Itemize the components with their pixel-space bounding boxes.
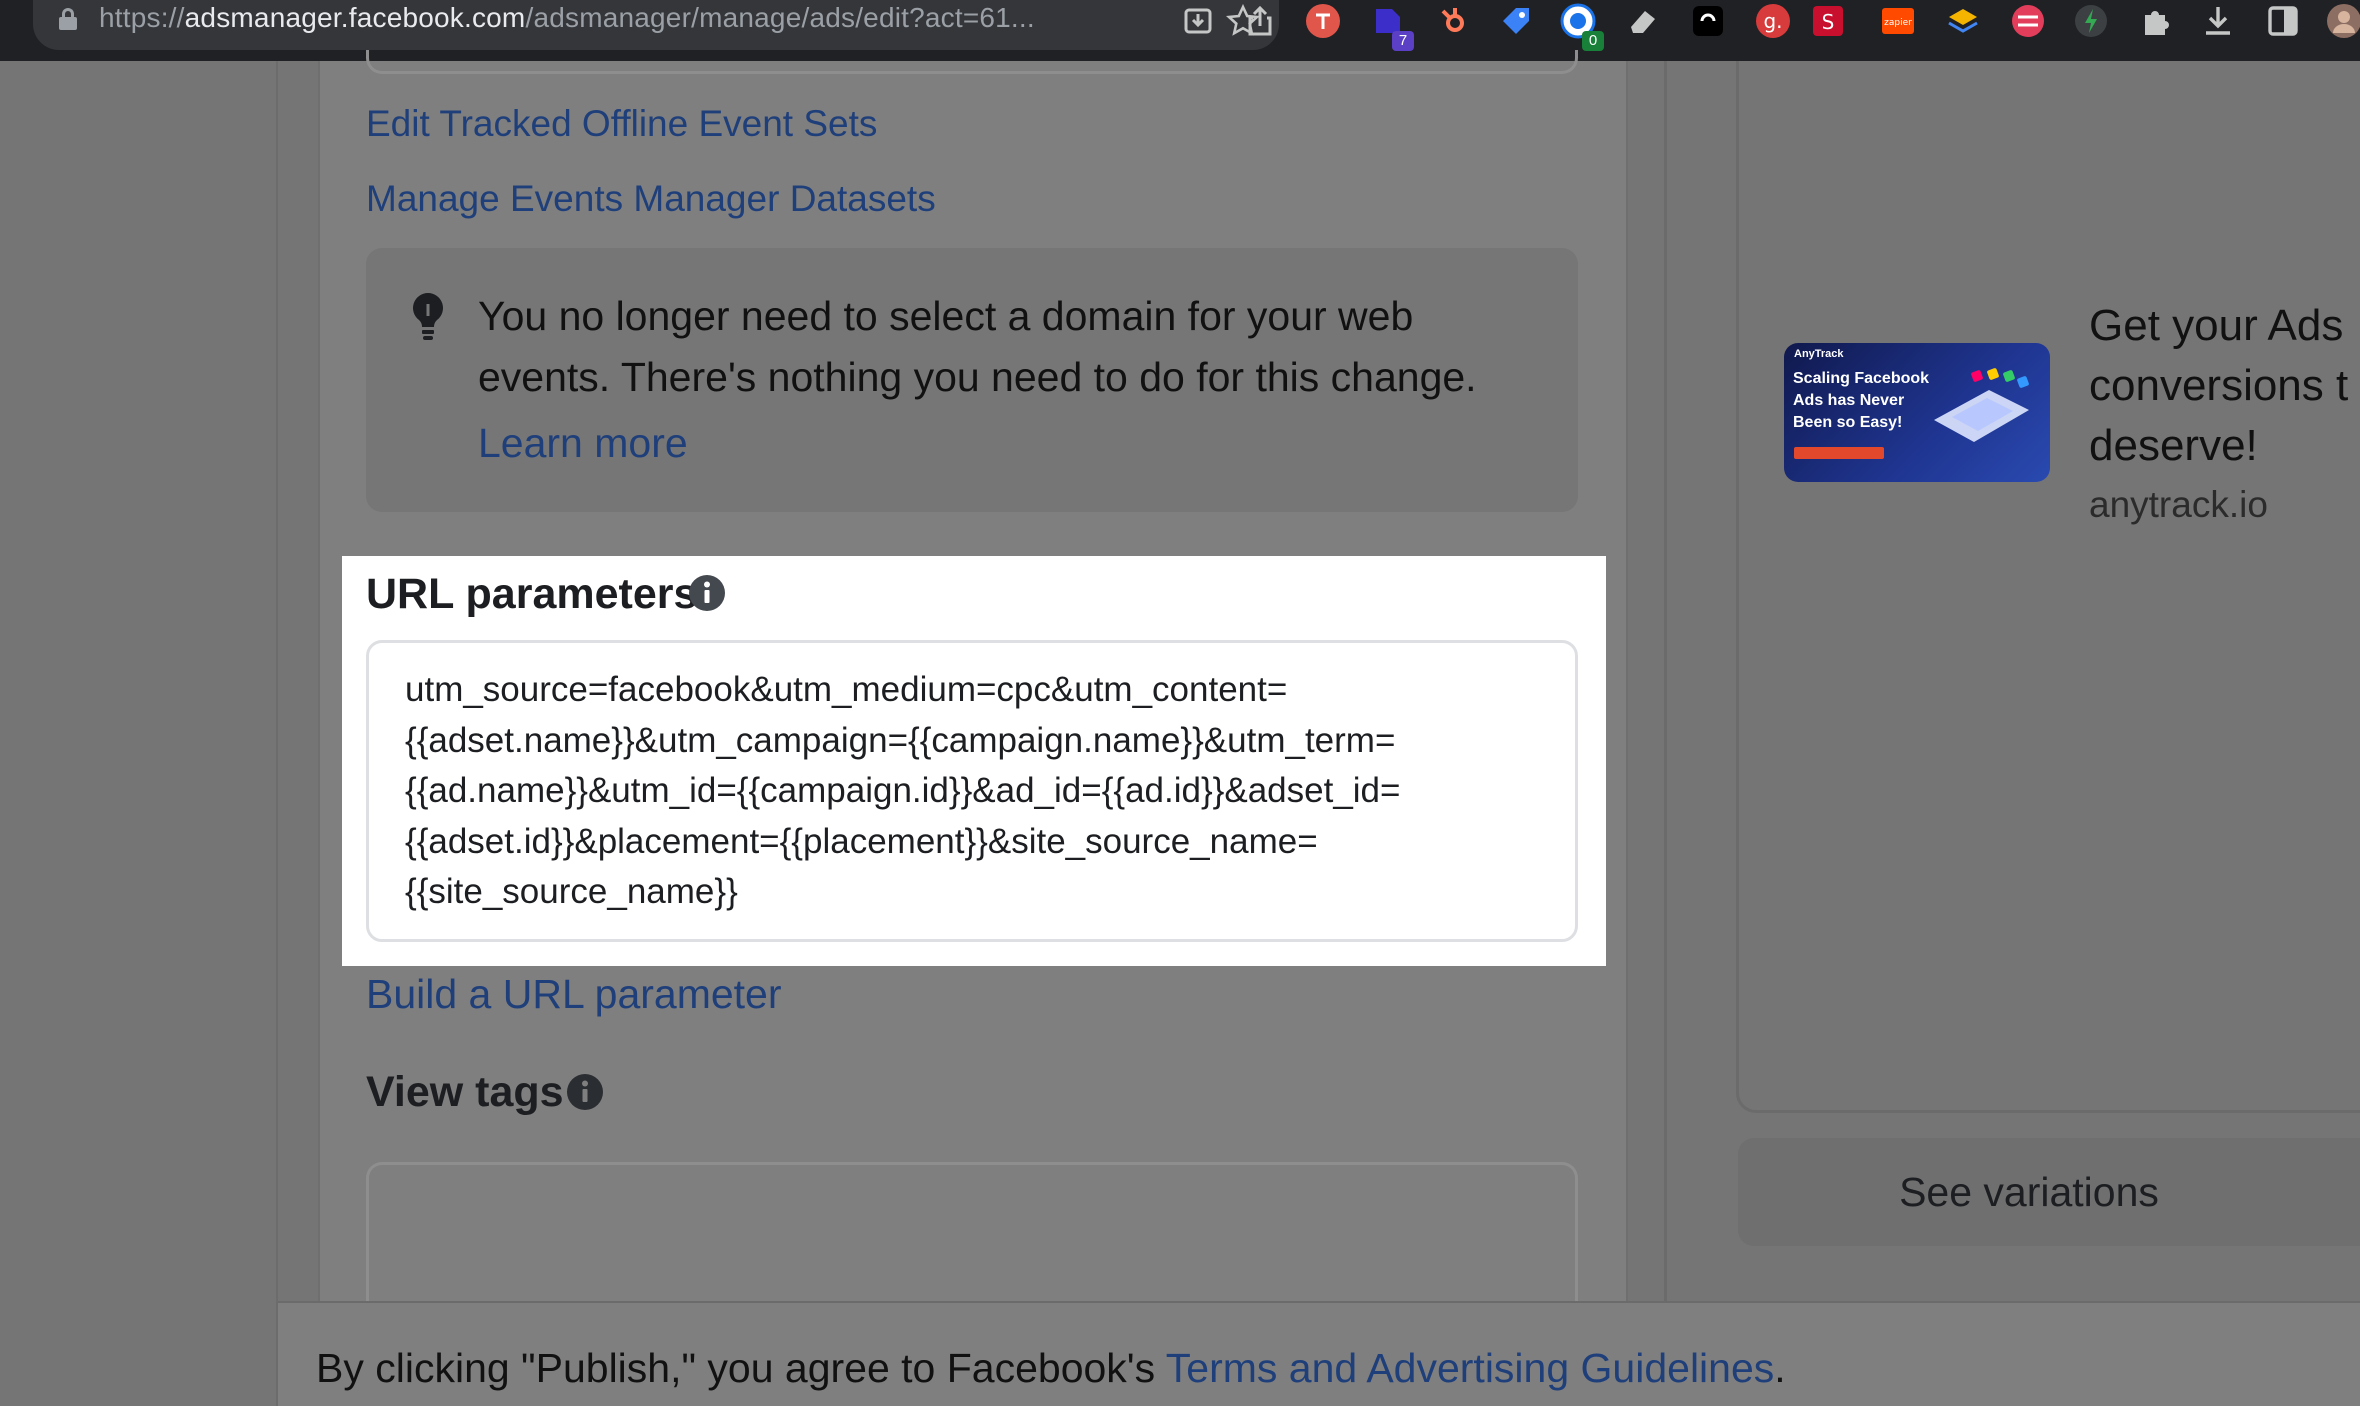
extension-globe-badge-icon[interactable]: 0 bbox=[1560, 3, 1604, 51]
ad-preview-domain: anytrack.io bbox=[2089, 484, 2268, 525]
ad-headline-line: conversions t bbox=[2089, 361, 2349, 410]
thumbnail-device-illustration bbox=[1934, 368, 2029, 442]
view-tags-info-icon[interactable] bbox=[566, 1073, 604, 1111]
lightbulb-icon bbox=[408, 290, 448, 342]
extension-puzzle-badge-icon[interactable]: 7 bbox=[1370, 3, 1414, 51]
extension-s-icon[interactable]: S bbox=[1810, 3, 1846, 39]
agreement-prefix: By clicking "Publish," you agree to Face… bbox=[316, 1345, 1166, 1391]
bookmark-star-icon[interactable] bbox=[1225, 3, 1261, 38]
extension-badge: 7 bbox=[1392, 31, 1414, 51]
url-parameters-input[interactable]: utm_source=facebook&utm_medium=cpc&utm_c… bbox=[366, 640, 1578, 942]
view-tags-input[interactable] bbox=[366, 1162, 1578, 1322]
lock-icon[interactable] bbox=[59, 8, 77, 30]
url-parameters-title: URL parameters bbox=[366, 570, 698, 618]
extension-badge: 0 bbox=[1582, 31, 1604, 51]
thumbnail-headline: Scaling Facebook Ads has Never Been so E… bbox=[1793, 370, 1930, 431]
ad-preview-headline: Get your Ads conversions t deserve! bbox=[2089, 296, 2360, 476]
see-variations-button[interactable]: See variations bbox=[1738, 1138, 2360, 1246]
left-navigation-rail bbox=[0, 61, 278, 1406]
view-tags-title: View tags bbox=[366, 1068, 564, 1116]
extension-hubspot-icon[interactable] bbox=[1435, 3, 1471, 39]
address-url[interactable]: https://adsmanager.facebook.com/adsmanag… bbox=[99, 2, 1035, 34]
svg-text:S: S bbox=[1822, 10, 1835, 34]
previous-field-box bbox=[366, 50, 1578, 74]
info-icon[interactable] bbox=[688, 574, 726, 612]
url-parameters-section: URL parameters utm_source=facebook&utm_m… bbox=[342, 556, 1606, 966]
manage-datasets-link[interactable]: Manage Events Manager Datasets bbox=[366, 178, 936, 220]
thumbnail-brand: AnyTrack bbox=[1794, 348, 1844, 360]
notice-text: You no longer need to select a domain fo… bbox=[478, 293, 1477, 400]
address-bar[interactable]: https://adsmanager.facebook.com/adsmanag… bbox=[33, 0, 1279, 50]
extension-chatgpt-icon[interactable] bbox=[1690, 3, 1726, 39]
zapier-label: zapier bbox=[1884, 18, 1912, 28]
extension-toggl-icon[interactable] bbox=[1305, 3, 1341, 39]
downloads-icon[interactable] bbox=[2200, 3, 2236, 39]
ad-headline-line: deserve! bbox=[2089, 421, 2258, 470]
url-scheme: https:// bbox=[99, 2, 185, 33]
extension-stripes-icon[interactable] bbox=[2010, 3, 2046, 39]
ad-preview-card bbox=[1736, 61, 2360, 1113]
learn-more-link[interactable]: Learn more bbox=[478, 420, 688, 467]
url-path: /adsmanager/manage/ads/edit?act=61... bbox=[525, 2, 1035, 33]
install-app-icon[interactable] bbox=[1181, 4, 1215, 38]
url-host: adsmanager.facebook.com bbox=[184, 2, 526, 33]
agreement-suffix: . bbox=[1774, 1345, 1786, 1391]
svg-text:g.: g. bbox=[1763, 9, 1782, 33]
domain-notice-card: You no longer need to select a domain fo… bbox=[366, 248, 1578, 512]
ad-thumbnail-image[interactable]: AnyTrack Scaling Facebook Ads has Never … bbox=[1784, 343, 2050, 482]
build-url-parameter-link[interactable]: Build a URL parameter bbox=[366, 971, 782, 1018]
profile-avatar-icon[interactable] bbox=[2326, 3, 2360, 39]
publish-footer: By clicking "Publish," you agree to Face… bbox=[278, 1301, 2360, 1406]
extension-layers-icon[interactable] bbox=[1945, 3, 1981, 39]
ad-headline-line: Get your Ads bbox=[2089, 301, 2344, 350]
publish-agreement-text: By clicking "Publish," you agree to Face… bbox=[316, 1345, 1786, 1392]
extension-bolt-icon[interactable] bbox=[2073, 3, 2109, 39]
terms-guidelines-link[interactable]: Terms and Advertising Guidelines bbox=[1166, 1345, 1774, 1391]
extension-grammarly-icon[interactable]: g. bbox=[1755, 3, 1791, 39]
side-panel-icon[interactable] bbox=[2265, 3, 2301, 39]
extension-tag-icon[interactable] bbox=[1498, 3, 1534, 39]
edit-offline-event-sets-link[interactable]: Edit Tracked Offline Event Sets bbox=[366, 103, 877, 145]
extensions-puzzle-icon[interactable] bbox=[2137, 3, 2173, 39]
extension-eraser-icon[interactable] bbox=[1625, 3, 1661, 39]
thumbnail-cta bbox=[1794, 447, 1884, 459]
extension-zapier-icon[interactable]: zapier bbox=[1880, 3, 1916, 39]
